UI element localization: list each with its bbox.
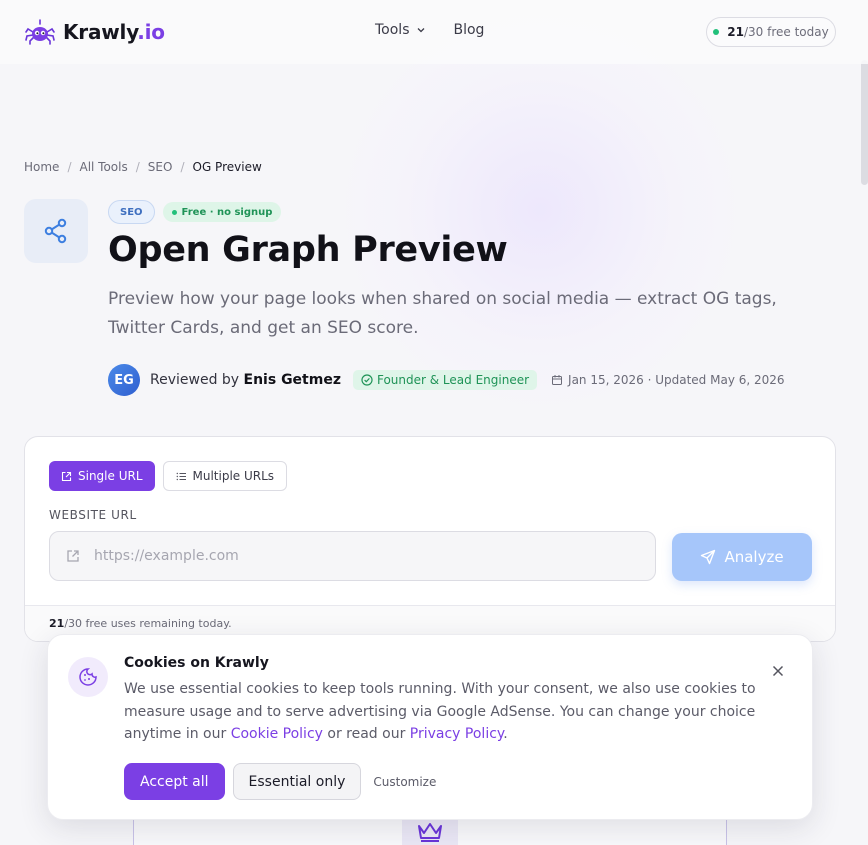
breadcrumb-current: OG Preview — [192, 160, 262, 174]
author-name[interactable]: Enis Getmez — [244, 372, 341, 388]
cookie-text: We use essential cookies to keep tools r… — [124, 678, 764, 746]
customize-button[interactable]: Customize — [373, 775, 436, 789]
tab-multiple-urls[interactable]: Multiple URLs — [162, 461, 288, 491]
tool-icon-tile — [24, 199, 88, 263]
quota-rest: /30 free today — [743, 25, 829, 39]
brand-logo[interactable]: Krawly.io — [25, 18, 165, 46]
privacy-policy-link[interactable]: Privacy Policy — [410, 726, 503, 742]
site-header: Krawly.io Tools Blog 21/30 free today — [0, 0, 868, 64]
author-role-badge: Founder & Lead Engineer — [352, 370, 538, 390]
status-dot-icon — [171, 209, 177, 215]
brand-wordmark: Krawly.io — [63, 20, 165, 44]
spider-logo-icon — [25, 19, 55, 45]
nav-item-tools-label: Tools — [375, 22, 410, 38]
close-icon[interactable] — [770, 663, 786, 679]
author-role: Founder & Lead Engineer — [376, 373, 530, 387]
brand-name: Krawly — [63, 20, 138, 44]
tool-card: Single URL Multiple URLs WEBSITE URL Ana… — [24, 436, 836, 642]
tab-single-url-label: Single URL — [78, 469, 143, 483]
usage-rest: /30 free uses remaining today. — [64, 617, 232, 630]
cookie-banner: Cookies on Krawly We use essential cooki… — [47, 634, 813, 820]
accept-all-button[interactable]: Accept all — [124, 763, 225, 800]
brand-tld: .io — [137, 20, 165, 44]
cookie-title: Cookies on Krawly — [124, 655, 269, 671]
check-circle-icon — [361, 374, 373, 386]
url-field[interactable] — [49, 531, 656, 581]
share-icon — [44, 218, 67, 244]
reviewed-by-prefix: Reviewed by — [150, 372, 240, 388]
breadcrumb-separator: / — [135, 160, 140, 174]
category-badge[interactable]: SEO — [108, 200, 155, 224]
breadcrumb-seo[interactable]: SEO — [148, 160, 173, 174]
cookie-text-part2: or read our — [322, 726, 410, 742]
url-input[interactable] — [94, 548, 594, 564]
free-quota-pill: 21/30 free today — [706, 17, 836, 47]
author-row: EG Reviewed by Enis Getmez Founder & Lea… — [108, 364, 785, 396]
external-link-icon — [61, 471, 72, 481]
page-title: Open Graph Preview — [108, 230, 508, 270]
analyze-button-label: Analyze — [724, 548, 784, 566]
essential-only-button[interactable]: Essential only — [232, 763, 362, 800]
cookie-text-part3: . — [503, 726, 508, 742]
cookie-icon — [79, 668, 97, 686]
cookie-actions: Accept all Essential only Customize — [124, 763, 436, 800]
cookie-icon-badge — [68, 657, 108, 697]
avatar: EG — [108, 364, 140, 396]
publish-dates: Jan 15, 2026 · Updated May 6, 2026 — [551, 373, 785, 387]
tab-multiple-urls-label: Multiple URLs — [192, 469, 275, 483]
analyze-button[interactable]: Analyze — [672, 533, 812, 581]
breadcrumb-separator: / — [180, 160, 185, 174]
tab-single-url[interactable]: Single URL — [49, 461, 155, 491]
dates-text: Jan 15, 2026 · Updated May 6, 2026 — [568, 373, 785, 387]
reviewed-by: Reviewed by Enis Getmez — [150, 372, 341, 388]
free-badge-label: Free · no signup — [181, 206, 273, 218]
nav-item-tools[interactable]: Tools — [375, 22, 426, 38]
status-dot-icon — [713, 29, 720, 35]
quota-used: 21 — [727, 25, 744, 39]
mode-tabs: Single URL Multiple URLs — [49, 461, 288, 491]
list-icon — [176, 472, 186, 480]
send-icon — [701, 549, 716, 565]
cookie-policy-link[interactable]: Cookie Policy — [231, 726, 323, 742]
crown-icon — [418, 823, 442, 842]
url-field-label: WEBSITE URL — [49, 508, 137, 522]
breadcrumb-separator: / — [67, 160, 72, 174]
breadcrumb: Home / All Tools / SEO / OG Preview — [24, 160, 262, 174]
main-nav: Tools Blog — [375, 22, 484, 38]
page-subtitle: Preview how your page looks when shared … — [108, 289, 777, 338]
usage-used: 21 — [49, 617, 65, 630]
external-link-icon — [67, 550, 79, 562]
breadcrumb-all-tools[interactable]: All Tools — [79, 160, 127, 174]
breadcrumb-home[interactable]: Home — [24, 160, 59, 174]
hero-badges: SEO Free · no signup — [108, 200, 282, 224]
nav-item-blog[interactable]: Blog — [454, 22, 485, 38]
nav-item-blog-label: Blog — [453, 22, 485, 38]
chevron-down-icon — [417, 28, 424, 33]
free-badge: Free · no signup — [162, 202, 282, 222]
calendar-icon — [552, 375, 563, 385]
page-scrollbar[interactable] — [861, 60, 868, 185]
